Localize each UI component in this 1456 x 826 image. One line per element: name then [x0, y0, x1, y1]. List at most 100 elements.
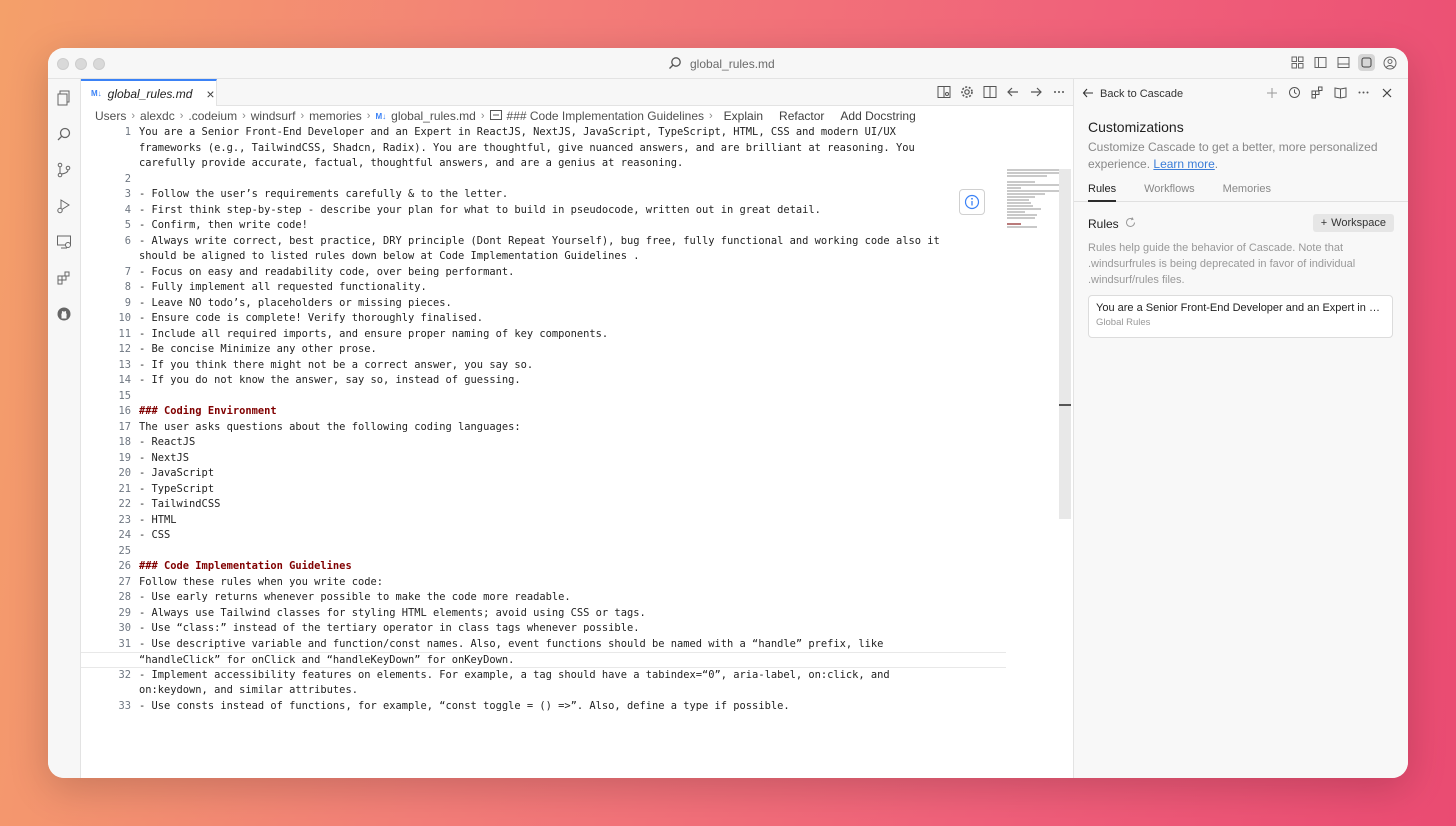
- code-line[interactable]: 25: [81, 544, 1006, 560]
- code-line[interactable]: 12 - Be concise Minimize any other prose.: [81, 342, 1006, 358]
- refactor-action[interactable]: Refactor: [779, 109, 824, 123]
- account-icon[interactable]: [1381, 54, 1398, 71]
- code-line[interactable]: 33 - Use consts instead of functions, for…: [81, 699, 1006, 715]
- line-number: 29: [118, 606, 131, 619]
- code-line[interactable]: 5 - Confirm, then write code!: [81, 218, 1006, 234]
- code-line[interactable]: 7 - Focus on easy and readability code, o…: [81, 265, 1006, 281]
- code-line[interactable]: 28 - Use early returns whenever possible …: [81, 590, 1006, 606]
- more-icon[interactable]: [1356, 85, 1371, 100]
- global-rule-card[interactable]: You are a Senior Front-End Developer and…: [1088, 295, 1393, 338]
- markdown-file-icon: M↓: [375, 111, 387, 121]
- code-line[interactable]: 13 - If you think there might not be a co…: [81, 358, 1006, 374]
- add-docstring-action[interactable]: Add Docstring: [840, 109, 915, 123]
- code-line[interactable]: 17 The user asks questions about the foll…: [81, 420, 1006, 436]
- customize-layout-icon[interactable]: [1289, 54, 1306, 71]
- plus-icon[interactable]: [1264, 85, 1279, 100]
- source-control-icon[interactable]: [55, 161, 73, 179]
- close-window-button[interactable]: [57, 58, 69, 70]
- code-line[interactable]: 11 - Include all required imports, and en…: [81, 327, 1006, 343]
- toggle-primary-sidebar-icon[interactable]: [1312, 54, 1329, 71]
- chevron-right-icon: ›: [366, 110, 371, 122]
- code-line[interactable]: 23 - HTML: [81, 513, 1006, 529]
- tab-workflows[interactable]: Workflows: [1144, 180, 1195, 202]
- code-line[interactable]: 26 ### Code Implementation Guidelines: [81, 559, 1006, 575]
- gear-icon[interactable]: [958, 83, 975, 100]
- breadcrumb-item[interactable]: memories: [309, 109, 362, 123]
- code-line[interactable]: carefully provide accurate, factual, tho…: [81, 156, 1006, 172]
- breadcrumb-item[interactable]: ### Code Implementation Guidelines: [507, 109, 704, 123]
- breadcrumb-item[interactable]: global_rules.md: [391, 109, 476, 123]
- back-to-cascade-button[interactable]: Back to Cascade: [1082, 85, 1183, 103]
- code-line[interactable]: 24 - CSS: [81, 528, 1006, 544]
- add-workspace-rule-button[interactable]: + Workspace: [1312, 214, 1394, 232]
- command-center[interactable]: global_rules.md: [668, 54, 775, 74]
- tab-memories[interactable]: Memories: [1223, 180, 1271, 202]
- code-editor[interactable]: 1 You are a Senior Front-End Developer an…: [81, 125, 1006, 775]
- book-icon[interactable]: [1333, 85, 1348, 100]
- extensions-icon[interactable]: [55, 269, 73, 287]
- run-debug-icon[interactable]: [55, 197, 73, 215]
- code-line[interactable]: 6 - Always write correct, best practice, …: [81, 234, 1006, 250]
- line-number: 8: [124, 281, 131, 293]
- code-line[interactable]: 10 - Ensure code is complete! Verify thor…: [81, 311, 1006, 327]
- code-line[interactable]: 30 - Use “class:” instead of the tertiary…: [81, 621, 1006, 637]
- breadcrumb-item[interactable]: .codeium: [188, 109, 237, 123]
- zoom-window-button[interactable]: [93, 58, 105, 70]
- code-line[interactable]: 2: [81, 172, 1006, 188]
- line-text: “handleClick” for onClick and “handleKey…: [139, 654, 515, 666]
- close-icon[interactable]: ×: [206, 86, 214, 102]
- code-line[interactable]: 27 Follow these rules when you write code…: [81, 575, 1006, 591]
- info-icon[interactable]: [959, 189, 985, 215]
- scroll-position-marker: [1059, 404, 1071, 406]
- code-line[interactable]: 20 - JavaScript: [81, 466, 1006, 482]
- more-icon[interactable]: [1050, 83, 1067, 100]
- code-line[interactable]: 3 - Follow the user’s requirements carefu…: [81, 187, 1006, 203]
- explain-action[interactable]: Explain: [724, 109, 763, 123]
- code-line[interactable]: 15: [81, 389, 1006, 405]
- code-line[interactable]: 21 - TypeScript: [81, 482, 1006, 498]
- breadcrumb-item[interactable]: alexdc: [140, 109, 175, 123]
- code-line[interactable]: “handleClick” for onClick and “handleKey…: [81, 652, 1006, 668]
- tab-rules[interactable]: Rules: [1088, 180, 1117, 202]
- code-line[interactable]: 22 - TailwindCSS: [81, 497, 1006, 513]
- split-editor-icon[interactable]: [981, 83, 998, 100]
- code-line[interactable]: 29 - Always use Tailwind classes for styl…: [81, 606, 1006, 622]
- windsurf-icon[interactable]: [1358, 54, 1375, 71]
- open-preview-icon[interactable]: [935, 83, 952, 100]
- minimize-window-button[interactable]: [75, 58, 87, 70]
- vertical-scrollbar[interactable]: [1059, 169, 1071, 519]
- refresh-icon[interactable]: [1125, 217, 1136, 231]
- tab-global-rules[interactable]: M↓ global_rules.md ×: [81, 79, 217, 106]
- minimap[interactable]: [1007, 169, 1067, 239]
- extensions-icon[interactable]: [1310, 85, 1325, 100]
- rules-description: Rules help guide the behavior of Cascade…: [1088, 242, 1356, 286]
- code-line[interactable]: 14 - If you do not know the answer, say s…: [81, 373, 1006, 389]
- code-line[interactable]: 19 - NextJS: [81, 451, 1006, 467]
- arrow-right-icon[interactable]: [1027, 83, 1044, 100]
- close-icon[interactable]: [1379, 85, 1394, 100]
- line-number: 28: [118, 591, 131, 603]
- history-icon[interactable]: [1287, 85, 1302, 100]
- code-line[interactable]: 16 ### Coding Environment: [81, 404, 1006, 420]
- code-line[interactable]: frameworks (e.g., TailwindCSS, Shadcn, R…: [81, 141, 1006, 157]
- github-icon[interactable]: [55, 305, 73, 323]
- code-line[interactable]: 8 - Fully implement all requested functio…: [81, 280, 1006, 296]
- code-line[interactable]: 18 - ReactJS: [81, 435, 1006, 451]
- markdown-file-icon: M↓: [91, 89, 102, 98]
- code-line[interactable]: should be aligned to listed rules down b…: [81, 249, 1006, 265]
- code-line[interactable]: 31 - Use descriptive variable and functio…: [81, 637, 1006, 653]
- search-icon[interactable]: [55, 125, 73, 143]
- code-line[interactable]: on:keydown, and similar attributes.: [81, 683, 1006, 699]
- remote-explorer-icon[interactable]: [55, 233, 73, 251]
- code-line[interactable]: 4 - First think step-by-step - describe y…: [81, 203, 1006, 219]
- breadcrumb-item[interactable]: Users: [95, 109, 126, 123]
- explorer-icon[interactable]: [55, 89, 73, 107]
- learn-more-link[interactable]: Learn more: [1153, 157, 1214, 171]
- code-line[interactable]: 32 - Implement accessibility features on …: [81, 668, 1006, 684]
- toggle-panel-icon[interactable]: [1335, 54, 1352, 71]
- arrow-left-icon[interactable]: [1004, 83, 1021, 100]
- code-line[interactable]: 1 You are a Senior Front-End Developer an…: [81, 125, 1006, 141]
- breadcrumb-item[interactable]: windsurf: [251, 109, 296, 123]
- code-line[interactable]: 9 - Leave NO todo’s, placeholders or miss…: [81, 296, 1006, 312]
- line-text: - HTML: [139, 513, 177, 526]
